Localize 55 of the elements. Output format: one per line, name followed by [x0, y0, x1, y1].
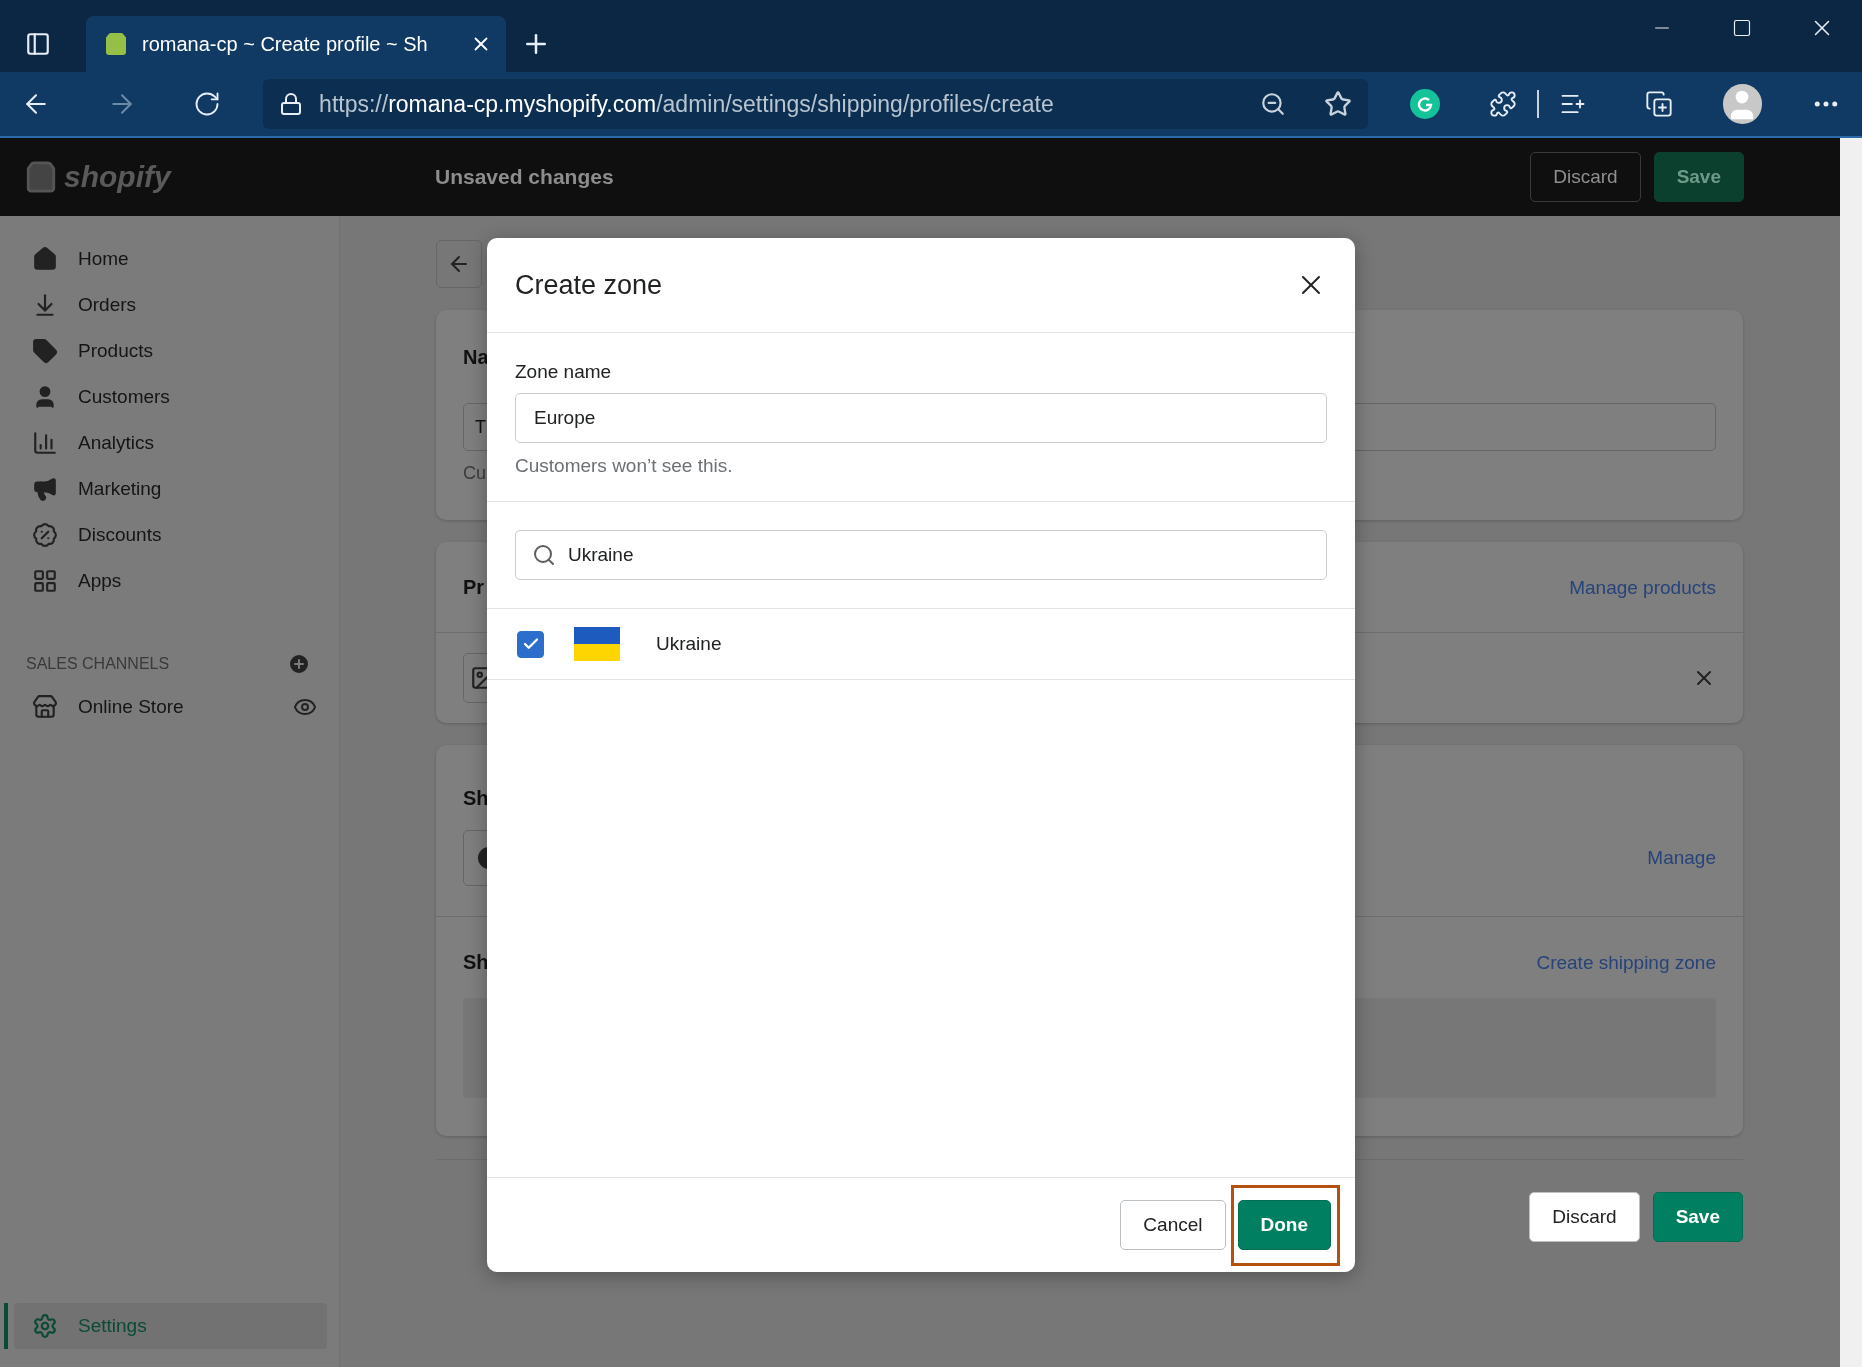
scrollbar[interactable] — [1840, 138, 1862, 1367]
address-bar[interactable]: https://romana-cp.myshopify.com/admin/settings/shipping/profiles/create — [263, 79, 1368, 129]
zone-name-field[interactable]: Europe — [515, 393, 1327, 443]
logo-text: shopify — [64, 160, 171, 194]
tab-title: romana-cp ~ Create profile ~ Sh — [142, 32, 429, 56]
card-title: Na — [463, 346, 489, 369]
save-button[interactable]: Save — [1653, 152, 1744, 202]
nav-item[interactable]: Online Store — [14, 684, 327, 730]
page-status: Unsaved changes — [435, 165, 614, 189]
done-button[interactable]: Done — [1237, 1200, 1331, 1250]
badge-icon — [32, 522, 58, 548]
profile-avatar[interactable] — [1722, 84, 1763, 124]
section-title: Sh — [463, 951, 489, 974]
extension-icon[interactable] — [1409, 89, 1440, 119]
section-heading: SALES CHANNELS — [26, 655, 170, 673]
manage-products-link[interactable]: Manage products — [1569, 576, 1716, 599]
country-name: Ukraine — [656, 633, 722, 655]
bar-chart-icon — [32, 430, 58, 456]
nav-item[interactable]: Orders — [14, 282, 327, 328]
save-button[interactable]: Save — [1652, 1192, 1743, 1242]
search-field[interactable]: Ukraine — [515, 530, 1327, 580]
nav-item[interactable]: Discounts — [14, 512, 327, 558]
card-title: Pr — [463, 576, 485, 599]
nav-item[interactable]: Home — [14, 236, 327, 282]
nav-item[interactable]: Apps — [14, 558, 327, 604]
nav-item[interactable]: Marketing — [14, 466, 327, 512]
gear-icon — [32, 1313, 58, 1339]
zoom-out-icon[interactable] — [1259, 91, 1286, 117]
url-text: https://romana-cp.myshopify.com/admin/settings/shipping/profiles/create — [319, 90, 1055, 118]
field-label: Zone name — [515, 361, 613, 383]
discard-button[interactable]: Discard — [1529, 1192, 1640, 1242]
help-text: Customers won’t see this. — [515, 455, 734, 477]
flag-icon — [574, 627, 620, 661]
manage-link[interactable]: Manage — [1647, 847, 1716, 869]
nav-item[interactable]: Customers — [14, 374, 327, 420]
grid-icon — [32, 568, 58, 594]
lock-icon — [279, 92, 304, 116]
store-icon — [32, 694, 58, 720]
nav-item[interactable]: Products — [14, 328, 327, 374]
back-button[interactable] — [436, 240, 482, 288]
checkbox[interactable] — [517, 630, 544, 658]
add-icon[interactable] — [287, 652, 311, 676]
tag-icon — [32, 338, 58, 364]
nav-item[interactable]: Analytics — [14, 420, 327, 466]
discard-button[interactable]: Discard — [1530, 152, 1641, 202]
house-icon — [32, 246, 58, 272]
browser-tab[interactable]: romana-cp ~ Create profile ~ Sh — [86, 16, 506, 72]
star-icon[interactable] — [1323, 90, 1352, 118]
card-title: Sh — [463, 787, 489, 810]
modal-title: Create zone — [515, 269, 663, 301]
search-icon — [532, 543, 556, 567]
help-text: Cu — [463, 463, 486, 484]
cancel-button[interactable]: Cancel — [1120, 1200, 1226, 1250]
megaphone-icon — [32, 476, 58, 502]
create-zone-link[interactable]: Create shipping zone — [1536, 951, 1716, 974]
